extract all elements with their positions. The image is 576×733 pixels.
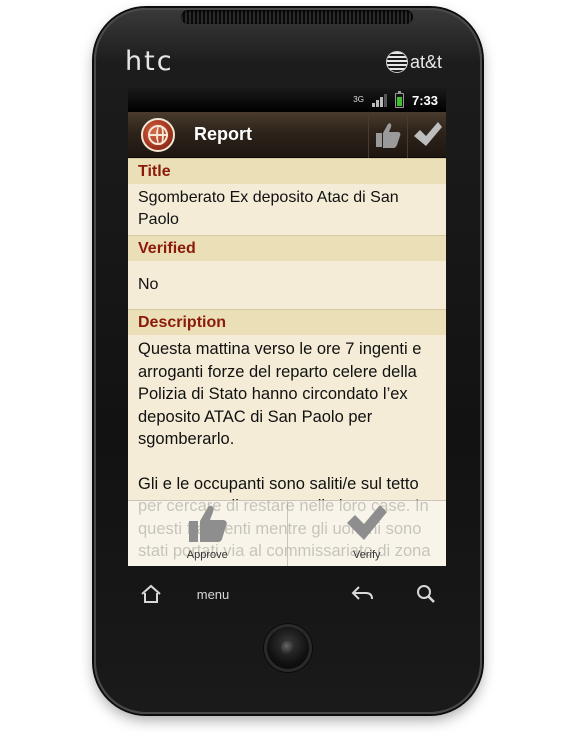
checkmark-icon bbox=[414, 121, 442, 146]
att-globe-icon bbox=[386, 51, 408, 73]
trackball-button[interactable] bbox=[267, 627, 309, 669]
verify-label: Verify bbox=[352, 549, 381, 561]
network-type-indicator: 3G bbox=[353, 96, 364, 104]
description-section-heading: Description bbox=[128, 309, 446, 335]
status-time: 7:33 bbox=[411, 92, 438, 108]
verified-value: No bbox=[128, 261, 446, 309]
verified-value-text: No bbox=[138, 275, 159, 293]
verify-toolbar-button[interactable] bbox=[408, 112, 446, 158]
search-key[interactable] bbox=[414, 578, 438, 610]
carrier-name: at&t bbox=[410, 51, 443, 72]
hardware-nav-keys: menu bbox=[128, 578, 446, 610]
phone-screen: 3G 7:33 Report Title Sgomberato Ex depos… bbox=[128, 88, 446, 566]
verify-button[interactable]: Verify bbox=[286, 501, 447, 566]
title-section-heading: Title bbox=[128, 158, 446, 184]
verified-section-heading: Verified bbox=[128, 235, 446, 261]
signal-strength-icon bbox=[371, 93, 387, 107]
title-value: Sgomberato Ex deposito Atac di San Paolo bbox=[138, 189, 399, 228]
network-type-label: 3G bbox=[353, 95, 364, 104]
app-title-bar: Report bbox=[128, 111, 446, 158]
menu-key[interactable]: menu bbox=[190, 578, 236, 610]
home-icon bbox=[141, 584, 161, 603]
thumbs-up-icon bbox=[376, 122, 401, 148]
back-arrow-icon bbox=[351, 586, 373, 600]
back-key[interactable] bbox=[350, 578, 376, 610]
brand-logo-htc: htc bbox=[125, 46, 174, 77]
screen-title: Report bbox=[194, 124, 252, 144]
home-key[interactable] bbox=[138, 578, 164, 610]
approve-toolbar-button[interactable] bbox=[369, 112, 407, 158]
menu-key-label: menu bbox=[196, 586, 230, 602]
approve-label: Approve bbox=[186, 549, 228, 561]
status-bar: 3G 7:33 bbox=[128, 88, 446, 112]
thumbs-up-icon bbox=[189, 505, 228, 542]
search-icon bbox=[417, 585, 435, 603]
app-logo-icon bbox=[136, 115, 180, 155]
report-action-bar: Approve Verify bbox=[128, 500, 446, 566]
earpiece-speaker bbox=[181, 10, 413, 24]
description-paragraph: Questa mattina verso le ore 7 ingenti e … bbox=[138, 340, 422, 448]
carrier-logo: at&t bbox=[386, 48, 442, 76]
report-content[interactable]: Title Sgomberato Ex deposito Atac di San… bbox=[128, 158, 446, 566]
checkmark-icon bbox=[346, 505, 387, 540]
approve-button[interactable]: Approve bbox=[128, 501, 287, 566]
battery-icon bbox=[394, 90, 404, 108]
